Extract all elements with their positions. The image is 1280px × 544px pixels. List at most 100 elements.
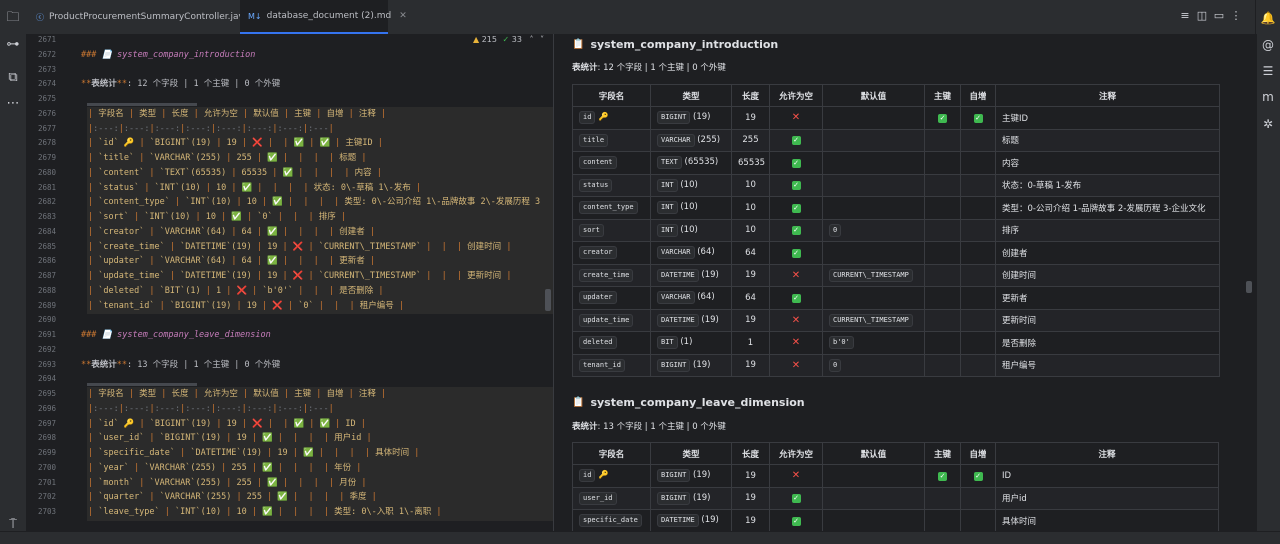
table-cell: ✓ xyxy=(924,464,961,488)
column-header: 允许为空 xyxy=(769,84,823,107)
chevron-up-icon[interactable]: ˄ xyxy=(530,35,534,44)
check-mark-icon: ✓ xyxy=(791,248,801,258)
field-type: VARCHAR xyxy=(657,133,695,147)
table-cell: ✕ xyxy=(769,263,823,287)
structure-icon[interactable]: ⧉ xyxy=(5,70,21,86)
check-mark-icon: ✓ xyxy=(973,471,983,481)
table-cell: 创建者 xyxy=(995,241,1220,265)
commit-icon[interactable]: ⊶ xyxy=(5,37,21,53)
preview-scrollbar[interactable] xyxy=(1246,281,1252,293)
table-row: content TEXT (65535) 65535 ✓ 内容 xyxy=(572,151,1220,175)
code-line[interactable]: ### 📄 system_company_leave_dimension xyxy=(81,329,271,341)
document-icon: 📋 xyxy=(572,39,585,50)
table-cell xyxy=(960,263,996,287)
column-header: 允许为空 xyxy=(769,442,823,465)
table-cell: 内容 xyxy=(995,151,1220,175)
table-header-row: 字段名 类型 长度 允许为空 默认值 主键 自增 注释 xyxy=(572,84,1220,107)
table-cell: 10 xyxy=(731,196,770,220)
check-icon: ✓ xyxy=(502,35,510,44)
table-cell: 是否删除 xyxy=(995,331,1220,355)
code-line[interactable]: | `id` 🔑 | `BIGINT`(19) | 19 | ❌ | | ✅ |… xyxy=(88,137,383,149)
close-tab-icon[interactable]: ✕ xyxy=(399,11,407,21)
preview-only-icon[interactable]: ▭ xyxy=(1212,9,1226,23)
code-line[interactable]: | `specific_date` | `DATETIME`(19) | 19 … xyxy=(88,447,419,459)
line-number: 2678 xyxy=(37,138,56,148)
code-line[interactable]: | `update_time` | `DATETIME`(19) | 19 | … xyxy=(88,270,511,282)
markdown-icon: M↓ xyxy=(248,11,262,21)
code-line[interactable]: | `quarter` | `VARCHAR`(255) | 255 | ✅ |… xyxy=(88,491,377,503)
code-line[interactable]: | `content` | `TEXT`(65535) | 65535 | ✅ … xyxy=(88,167,382,179)
line-number: 2691 xyxy=(37,330,56,339)
table-row: deleted BIT (1) 1 ✕ b'0' 是否删除 xyxy=(572,331,1220,355)
code-line[interactable]: | `updater` | `VARCHAR`(64) | 64 | ✅ | |… xyxy=(88,255,375,267)
project-folder-icon[interactable]: 🗀 xyxy=(5,10,21,26)
code-line[interactable]: | `creator` | `VARCHAR`(64) | 64 | ✅ | |… xyxy=(88,226,375,238)
line-number: 2702 xyxy=(37,492,56,502)
code-line[interactable]: | `create_time` | `DATETIME`(19) | 19 | … xyxy=(88,241,511,253)
table-cell: 19 xyxy=(731,353,770,377)
ai-assistant-icon[interactable]: @ xyxy=(1260,37,1276,53)
code-line[interactable]: | `id` 🔑 | `BIGINT`(19) | 19 | ❌ | | ✅ |… xyxy=(88,418,366,430)
table-block-top-rule xyxy=(87,383,197,386)
table-cell: status xyxy=(572,173,651,197)
line-number: 2703 xyxy=(37,507,56,516)
code-line[interactable]: **表统计**: 12 个字段 | 1 个主键 | 0 个外键 xyxy=(81,78,280,90)
table-cell: ✕ xyxy=(769,353,823,377)
code-line[interactable]: | 字段名 | 类型 | 长度 | 允许为空 | 默认值 | 主键 | 自增 |… xyxy=(88,108,386,120)
table-row: specific_date DATETIME (19) 19 ✓ 具体时间 xyxy=(572,509,1219,531)
code-line[interactable]: | `content_type` | `INT`(10) | 10 | ✅ | … xyxy=(88,196,540,208)
code-line[interactable]: | `year` | `VARCHAR`(255) | 255 | ✅ | | … xyxy=(88,462,361,474)
code-line[interactable]: |:---:|:---:|:---:|:---:|:---:|:---:|:--… xyxy=(88,403,334,415)
table-cell xyxy=(924,173,961,197)
table-cell xyxy=(960,486,996,510)
code-line[interactable]: |:---:|:---:|:---:|:---:|:---:|:---:|:--… xyxy=(88,123,334,135)
line-number: 2671 xyxy=(37,35,56,44)
markdown-editor[interactable]: 2671 2672 2673 2674 2675 2676 2677 2678 2679 2680… xyxy=(26,34,553,531)
key-icon: 🔑 xyxy=(598,112,609,122)
editor-tab-bar: ⓒ ProductProcurementSummaryController.ja… xyxy=(26,0,1256,35)
table-cell: 19 xyxy=(731,308,770,332)
table-cell: DATETIME (19) xyxy=(650,263,732,287)
table-cell: title xyxy=(572,128,651,152)
check-mark-icon: ✓ xyxy=(791,181,801,191)
editor-scrollbar[interactable] xyxy=(545,289,551,311)
column-header: 字段名 xyxy=(572,442,651,465)
table-cell xyxy=(924,353,961,377)
table-cell: ✕ xyxy=(769,308,823,332)
table-cell: ✓ xyxy=(769,241,823,265)
line-number: 2680 xyxy=(37,167,56,177)
more-options-icon[interactable]: ⋮ xyxy=(1229,9,1243,23)
table-cell: sort xyxy=(572,218,651,242)
code-line[interactable]: | `month` | `VARCHAR`(255) | 255 | ✅ | |… xyxy=(88,477,367,489)
plugin-icon[interactable]: ✲ xyxy=(1260,116,1276,132)
more-tools-icon[interactable]: ⋯ xyxy=(5,96,21,112)
notifications-icon[interactable]: 🔔 xyxy=(1260,10,1276,26)
code-line[interactable]: | `tenant_id` | `BIGINT`(19) | 19 | ❌ | … xyxy=(88,300,404,312)
table-cell: 19 xyxy=(731,486,770,510)
inspection-indicator[interactable]: ▲ 215 ✓ 33 ˄ ˅ xyxy=(473,35,544,44)
field-type: INT xyxy=(657,223,678,237)
code-line[interactable]: **表统计**: 13 个字段 | 1 个主键 | 0 个外键 xyxy=(81,359,280,371)
code-line[interactable]: | `deleted` | `BIT`(1) | 1 | ❌ | `b'0'` … xyxy=(88,285,384,297)
code-line[interactable]: | `leave_type` | `INT`(10) | 10 | ✅ | | … xyxy=(88,506,441,518)
table-cell: 具体时间 xyxy=(995,509,1219,531)
code-line[interactable]: ### 📄 system_company_introduction xyxy=(81,49,255,61)
table-cell: BIGINT (19) xyxy=(650,353,732,377)
check-count: 33 xyxy=(511,35,522,44)
code-line[interactable]: | `status` | `INT`(10) | 10 | ✅ | | | | … xyxy=(88,182,421,194)
database-icon[interactable]: ☰ xyxy=(1260,63,1276,79)
table-cell: CURRENT\_TIMESTAMP xyxy=(822,263,925,287)
line-number: 2690 xyxy=(37,315,56,325)
chevron-down-icon[interactable]: ˅ xyxy=(540,35,544,44)
code-line[interactable]: | `title` | `VARCHAR`(255) | 255 | ✅ | |… xyxy=(88,152,367,164)
code-line[interactable]: | `sort` | `INT`(10) | 10 | ✅ | `0` | | … xyxy=(88,211,346,223)
code-line[interactable]: | 字段名 | 类型 | 长度 | 允许为空 | 默认值 | 主键 | 自增 |… xyxy=(88,388,386,400)
markdown-tool-icon[interactable]: m xyxy=(1260,89,1276,105)
editor-only-icon[interactable]: ≡ xyxy=(1178,9,1192,23)
tab-controller-java[interactable]: ⓒ ProductProcurementSummaryController.ja… xyxy=(32,0,249,34)
editor-and-preview-icon[interactable]: ◫ xyxy=(1195,9,1209,23)
tab-database-document[interactable]: M↓ database_document (2).md ✕ xyxy=(240,0,407,34)
field-name: sort xyxy=(579,223,604,237)
table-cell: BIGINT (19) xyxy=(650,464,732,488)
code-line[interactable]: | `user_id` | `BIGINT`(19) | 19 | ✅ | | … xyxy=(88,432,372,444)
